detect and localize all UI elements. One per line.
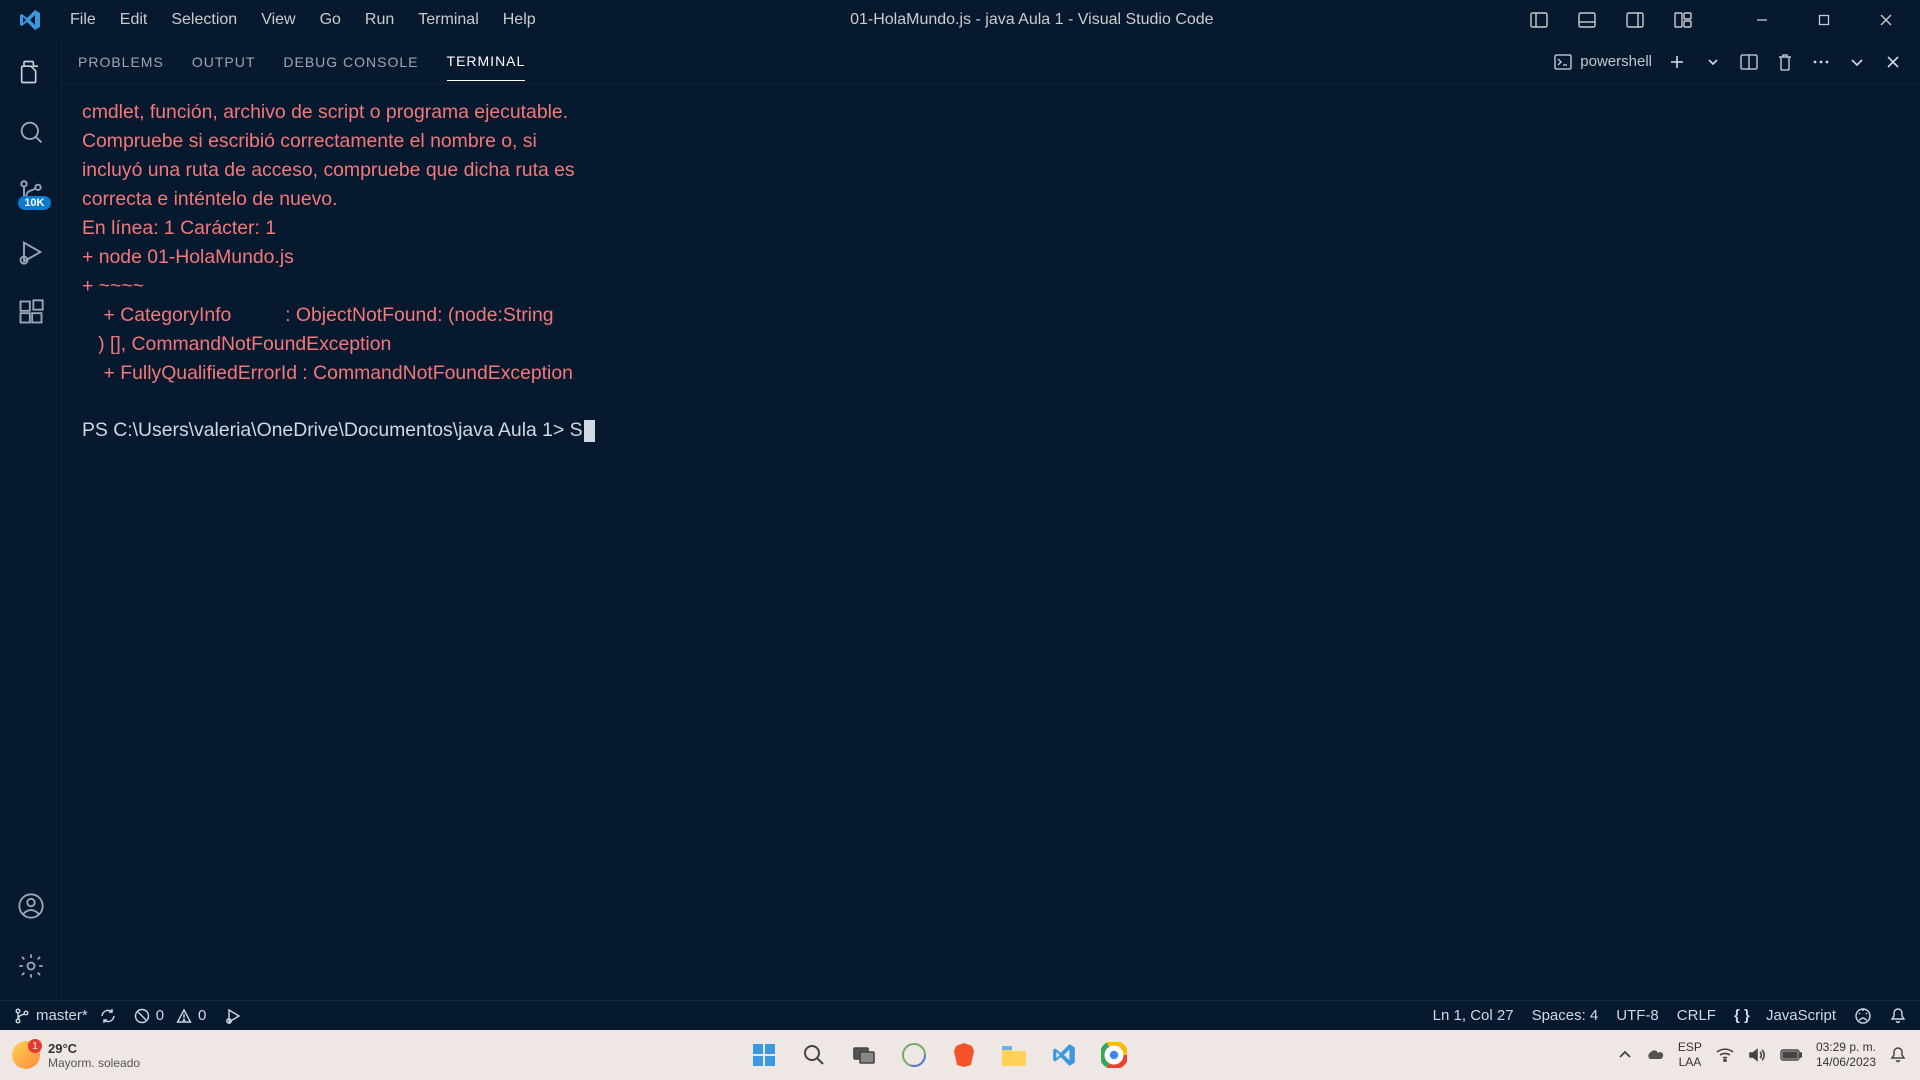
toggle-secondary-sidebar-icon[interactable]: [1614, 0, 1656, 40]
status-language[interactable]: { } JavaScript: [1734, 1007, 1836, 1024]
vscode-window: File Edit Selection View Go Run Terminal…: [0, 0, 1920, 1030]
tray-battery-icon[interactable]: [1780, 1049, 1802, 1061]
terminal-error-line: + FullyQualifiedErrorId : CommandNotFoun…: [82, 362, 573, 384]
task-view-icon[interactable]: [844, 1035, 884, 1075]
title-bar-actions: [1518, 0, 1920, 40]
toggle-panel-icon[interactable]: [1566, 0, 1608, 40]
terminal-prompt: PS C:\Users\valeria\OneDrive\Documentos\…: [82, 419, 583, 441]
weather-temp: 29°C: [48, 1041, 140, 1056]
status-eol[interactable]: CRLF: [1677, 1007, 1716, 1024]
taskbar-center: [260, 1035, 1618, 1075]
window-maximize-icon[interactable]: [1796, 0, 1852, 40]
tray-wifi-icon[interactable]: [1716, 1048, 1734, 1062]
close-panel-icon[interactable]: [1882, 51, 1904, 73]
tray-volume-icon[interactable]: [1748, 1047, 1766, 1063]
chevron-down-icon[interactable]: [1846, 51, 1868, 73]
status-bar: master* 0 0 Ln 1, Col 27 Spaces: 4 UTF-8…: [0, 1000, 1920, 1030]
menu-view[interactable]: View: [251, 5, 305, 35]
customize-layout-icon[interactable]: [1662, 0, 1704, 40]
tray-clock[interactable]: 03:29 p. m. 14/06/2023: [1816, 1040, 1876, 1070]
tab-output[interactable]: OUTPUT: [192, 43, 256, 81]
window-close-icon[interactable]: [1858, 0, 1914, 40]
terminal-more-icon[interactable]: [1810, 51, 1832, 73]
start-icon[interactable]: [744, 1035, 784, 1075]
terminal-content[interactable]: cmdlet, función, archivo de script o pro…: [62, 84, 1920, 1000]
copilot-icon[interactable]: [894, 1035, 934, 1075]
menu-file[interactable]: File: [60, 5, 106, 35]
window-minimize-icon[interactable]: [1734, 0, 1790, 40]
weather-icon: [12, 1041, 40, 1069]
workbench-body: 10K PROBLEMS OUTPUT DEBUG CONSOLE TERMIN…: [0, 40, 1920, 1000]
title-bar: File Edit Selection View Go Run Terminal…: [0, 0, 1920, 40]
shell-name: powershell: [1580, 53, 1652, 70]
window-title: 01-HolaMundo.js - java Aula 1 - Visual S…: [546, 11, 1518, 29]
accounts-icon[interactable]: [11, 886, 51, 926]
terminal-actions: powershell: [1554, 51, 1904, 73]
terminal-error-line: incluyó una ruta de acceso, compruebe qu…: [82, 159, 575, 181]
terminal-error-line: Compruebe si escribió correctamente el n…: [82, 130, 537, 152]
menu-help[interactable]: Help: [493, 5, 546, 35]
windows-taskbar: 29°C Mayorm. soleado ESP LAA 03:29 p. m.…: [0, 1030, 1920, 1080]
tab-problems[interactable]: PROBLEMS: [78, 43, 164, 81]
taskbar-weather[interactable]: 29°C Mayorm. soleado: [0, 1041, 260, 1070]
status-branch[interactable]: master*: [14, 1007, 116, 1024]
settings-gear-icon[interactable]: [11, 946, 51, 986]
status-encoding[interactable]: UTF-8: [1616, 1007, 1659, 1024]
menu-selection[interactable]: Selection: [161, 5, 247, 35]
toggle-primary-sidebar-icon[interactable]: [1518, 0, 1560, 40]
search-icon[interactable]: [11, 112, 51, 152]
weather-desc: Mayorm. soleado: [48, 1056, 140, 1070]
terminal-error-line: ) [], CommandNotFoundException: [82, 333, 391, 355]
file-explorer-icon[interactable]: [994, 1035, 1034, 1075]
terminal-error-line: + CategoryInfo : ObjectNotFound: (node:S…: [82, 304, 554, 326]
vscode-logo-icon: [0, 8, 60, 32]
tray-chevron-up-icon[interactable]: [1618, 1048, 1632, 1062]
terminal-error-line: correcta e inténtelo de nuevo.: [82, 188, 337, 210]
menu-bar: File Edit Selection View Go Run Terminal…: [60, 5, 546, 35]
tray-notifications-icon[interactable]: [1890, 1046, 1906, 1064]
brave-icon[interactable]: [944, 1035, 984, 1075]
menu-go[interactable]: Go: [310, 5, 351, 35]
terminal-dropdown-icon[interactable]: [1702, 51, 1724, 73]
status-feedback-icon[interactable]: [1854, 1007, 1872, 1025]
menu-terminal[interactable]: Terminal: [408, 5, 488, 35]
run-debug-icon[interactable]: [11, 232, 51, 272]
split-terminal-icon[interactable]: [1738, 51, 1760, 73]
extensions-icon[interactable]: [11, 292, 51, 332]
vscode-taskbar-icon[interactable]: [1044, 1035, 1084, 1075]
status-notifications-icon[interactable]: [1890, 1007, 1906, 1025]
menu-edit[interactable]: Edit: [110, 5, 158, 35]
kill-terminal-icon[interactable]: [1774, 51, 1796, 73]
terminal-shell-selector[interactable]: powershell: [1554, 53, 1652, 71]
chrome-icon[interactable]: [1094, 1035, 1134, 1075]
tab-debug-console[interactable]: DEBUG CONSOLE: [283, 43, 418, 81]
terminal-error-line: + ~~~~: [82, 275, 144, 297]
terminal-error-line: En línea: 1 Carácter: 1: [82, 217, 276, 239]
tray-onedrive-icon[interactable]: [1646, 1048, 1664, 1062]
explorer-icon[interactable]: [11, 52, 51, 92]
activity-bar: 10K: [0, 40, 62, 1000]
panel-tab-bar: PROBLEMS OUTPUT DEBUG CONSOLE TERMINAL p…: [62, 40, 1920, 84]
main-area: PROBLEMS OUTPUT DEBUG CONSOLE TERMINAL p…: [62, 40, 1920, 1000]
tray-language[interactable]: ESP LAA: [1678, 1040, 1702, 1070]
status-problems[interactable]: 0 0: [134, 1007, 207, 1024]
terminal-error-line: + node 01-HolaMundo.js: [82, 246, 294, 268]
terminal-cursor: [584, 420, 595, 442]
source-control-icon[interactable]: 10K: [11, 172, 51, 212]
new-terminal-icon[interactable]: [1666, 51, 1688, 73]
menu-run[interactable]: Run: [355, 5, 404, 35]
status-cursor-pos[interactable]: Ln 1, Col 27: [1433, 1007, 1514, 1024]
scm-badge: 10K: [18, 196, 50, 210]
status-debug-start[interactable]: [224, 1007, 242, 1025]
status-indentation[interactable]: Spaces: 4: [1532, 1007, 1599, 1024]
tab-terminal[interactable]: TERMINAL: [447, 42, 526, 81]
taskbar-search-icon[interactable]: [794, 1035, 834, 1075]
system-tray: ESP LAA 03:29 p. m. 14/06/2023: [1618, 1040, 1920, 1070]
terminal-error-line: cmdlet, función, archivo de script o pro…: [82, 101, 568, 123]
